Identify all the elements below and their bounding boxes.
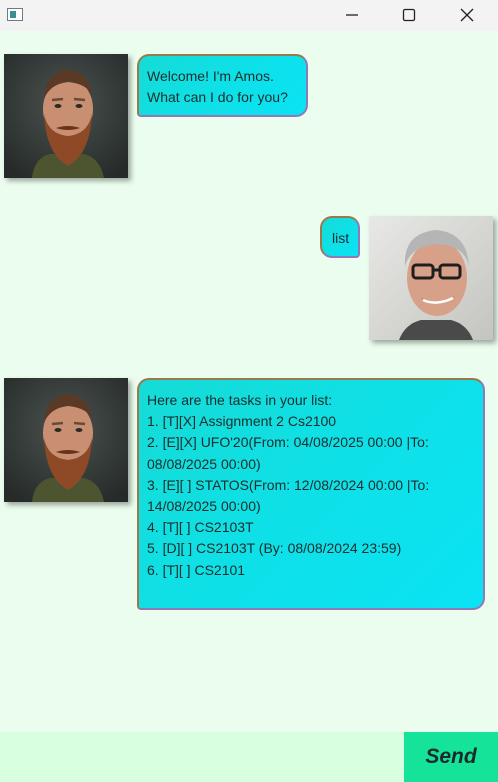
bearded-man-avatar: [4, 378, 128, 502]
title-bar: [0, 0, 498, 31]
bot-message-bubble: Here are the tasks in your list: 1. [T][…: [137, 378, 485, 610]
maximize-button[interactable]: [382, 0, 438, 31]
close-button[interactable]: [440, 0, 496, 31]
app-window-icon: [7, 8, 23, 21]
close-icon: [460, 8, 474, 22]
message-input[interactable]: [0, 732, 404, 782]
smiling-man-glasses-avatar: [369, 216, 493, 340]
chat-scroll-pane[interactable]: Welcome! I'm Amos. What can I do for you…: [0, 31, 498, 732]
maximize-icon: [402, 8, 416, 22]
bearded-man-avatar: [4, 54, 128, 178]
minimize-button[interactable]: [325, 0, 381, 31]
minimize-icon: [346, 14, 358, 16]
send-button[interactable]: Send: [404, 732, 498, 782]
user-message-bubble: list: [320, 216, 360, 258]
bot-message-bubble: Welcome! I'm Amos. What can I do for you…: [137, 54, 308, 117]
